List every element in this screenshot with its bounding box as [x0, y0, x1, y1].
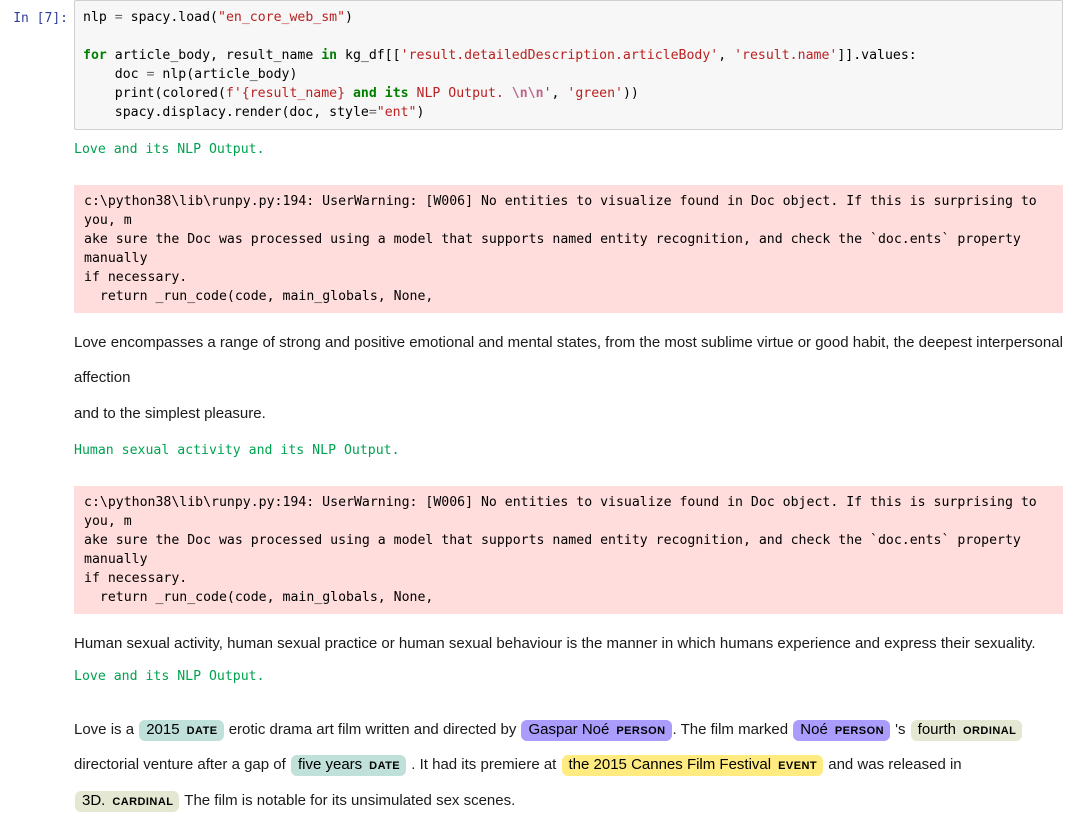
code-token: 'result.name' [734, 48, 838, 63]
output-stderr-2: c:\python38\lib\runpy.py:194: UserWarnin… [0, 485, 1073, 614]
entity-date[interactable]: five years DATE [290, 755, 407, 777]
code-source[interactable]: nlp = spacy.load("en_core_web_sm") for a… [83, 8, 1062, 122]
entity-text: fourth [917, 721, 957, 738]
warning-text-1: c:\python38\lib\runpy.py:194: UserWarnin… [74, 185, 1063, 313]
doc-text: . It had its premiere at [407, 756, 561, 774]
code-token: NLP Output. [408, 86, 512, 101]
doc-text: The film is notable for its unsimulated … [180, 791, 516, 809]
code-token: in [321, 48, 338, 63]
displacy-line: Love encompasses a range of strong and p… [74, 334, 1063, 387]
entity-label: DATE [186, 725, 218, 737]
doc-text: Love is a [74, 721, 139, 738]
output-stdout-2: Human sexual activity and its NLP Output… [0, 441, 1073, 460]
displacy-entity-doc: Love is a 2015 DATE erotic drama art film… [74, 712, 1063, 818]
displacy-line: Human sexual activity, human sexual prac… [74, 634, 1036, 652]
doc-text: . The film marked [672, 721, 793, 738]
entity-cardinal[interactable]: 3D. CARDINAL [75, 790, 180, 812]
entity-label: PERSON [834, 725, 884, 737]
doc-text: erotic drama art film written and direct… [224, 721, 521, 738]
displacy-plain-human-sexual-activity: Human sexual activity, human sexual prac… [74, 626, 1063, 661]
code-token: = [368, 105, 377, 120]
stdout-text-human-sexual-activity: Human sexual activity and its NLP Output… [74, 442, 400, 458]
entity-label: ORDINAL [963, 725, 1017, 737]
entity-event[interactable]: the 2015 Cannes Film Festival EVENT [561, 755, 824, 777]
stdout-text-love-2: Love and its NLP Output. [74, 669, 265, 684]
output-displacy-entities: Love is a 2015 DATE erotic drama art film… [0, 712, 1073, 818]
output-displacy-1: Love encompasses a range of strong and p… [0, 325, 1073, 431]
code-token: = [146, 67, 155, 82]
entity-label: DATE [369, 760, 401, 773]
warning-text-2: c:\python38\lib\runpy.py:194: UserWarnin… [74, 485, 1063, 614]
output-displacy-2: Human sexual activity, human sexual prac… [0, 626, 1073, 661]
entity-date[interactable]: 2015 DATE [139, 720, 224, 741]
code-token: for [83, 48, 107, 63]
output-stderr-1: c:\python38\lib\runpy.py:194: UserWarnin… [0, 185, 1073, 313]
code-token: = [114, 10, 123, 25]
code-token: "en_core_web_sm" [218, 10, 346, 25]
entity-text: Gaspar Noé [528, 721, 610, 738]
code-cell: In [7]: nlp = spacy.load("en_core_web_sm… [0, 0, 1073, 130]
entity-label: EVENT [778, 760, 818, 773]
code-token: 'green' [567, 86, 623, 101]
displacy-line: and to the simplest pleasure. [74, 404, 266, 422]
input-prompt-label: In [7]: [13, 11, 68, 26]
entity-label: CARDINAL [112, 795, 174, 808]
doc-text: directorial venture after a gap of [74, 756, 290, 774]
entity-text: the 2015 Cannes Film Festival [568, 756, 772, 774]
doc-text: 's [890, 721, 910, 738]
code-token: and [352, 86, 377, 101]
entity-text: Noé [800, 721, 828, 738]
entity-text: 3D. [82, 791, 106, 809]
code-token: \n\n [511, 86, 544, 101]
code-token: f'{result_name} [225, 86, 353, 101]
displacy-plain-love: Love encompasses a range of strong and p… [74, 325, 1063, 431]
output-stdout-1: Love and its NLP Output. [0, 140, 1073, 159]
stdout-text-love-1: Love and its NLP Output. [74, 142, 265, 157]
entity-person[interactable]: Noé PERSON [793, 720, 890, 741]
entity-person[interactable]: Gaspar Noé PERSON [521, 720, 672, 741]
entity-label: PERSON [616, 725, 666, 737]
notebook-container: In [7]: nlp = spacy.load("en_core_web_sm… [0, 0, 1073, 818]
code-editor[interactable]: nlp = spacy.load("en_core_web_sm") for a… [74, 0, 1063, 130]
code-token: "ent" [376, 105, 417, 120]
entity-ordinal[interactable]: fourth ORDINAL [910, 720, 1023, 741]
output-stdout-3: Love and its NLP Output. [0, 667, 1073, 686]
code-token: ' [543, 86, 552, 101]
entity-text: five years [297, 756, 363, 774]
doc-text: and was released in [824, 756, 962, 774]
code-token: 'result.detailedDescription.articleBody' [400, 48, 719, 63]
code-token: its [384, 86, 409, 101]
entity-text: 2015 [146, 721, 180, 738]
